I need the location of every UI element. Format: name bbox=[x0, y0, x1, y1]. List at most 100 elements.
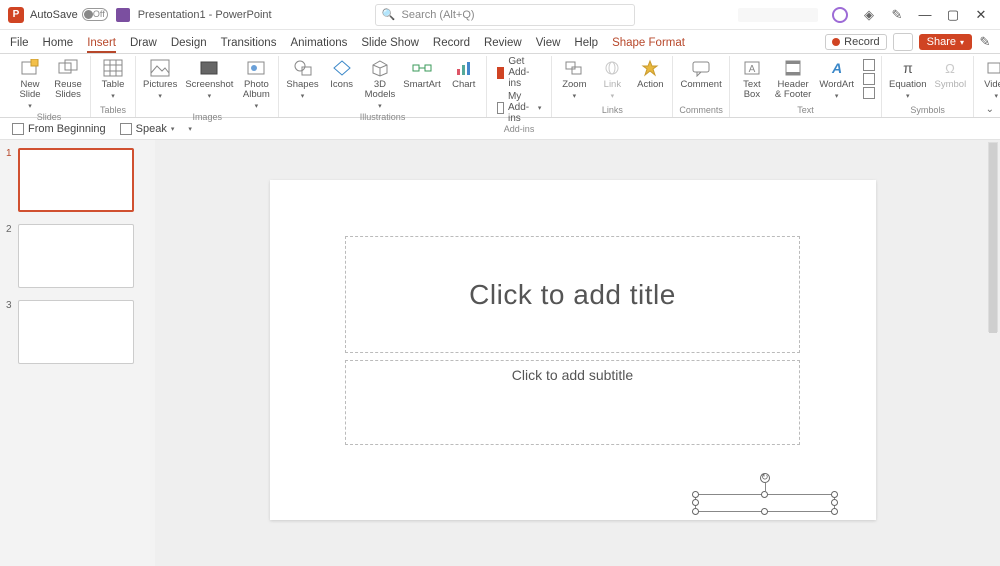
equation-button[interactable]: π Equation▾ bbox=[888, 56, 928, 102]
get-addins-button[interactable]: Get Add-ins bbox=[497, 56, 542, 89]
speak-icon bbox=[120, 123, 132, 135]
rotate-handle[interactable] bbox=[760, 473, 770, 483]
autosave-toggle[interactable]: AutoSave Off bbox=[30, 8, 108, 21]
resize-handle[interactable] bbox=[831, 491, 838, 498]
tab-home[interactable]: Home bbox=[43, 37, 74, 53]
reuse-slides-icon bbox=[57, 58, 79, 78]
document-title[interactable]: Presentation1 - PowerPoint bbox=[138, 9, 272, 21]
textbox-icon: A bbox=[741, 58, 763, 78]
tab-animations[interactable]: Animations bbox=[290, 37, 347, 53]
thumbnail-2[interactable]: 2 bbox=[6, 224, 147, 288]
tab-slideshow[interactable]: Slide Show bbox=[361, 37, 419, 53]
pictures-button[interactable]: Pictures▾ bbox=[142, 56, 178, 112]
thumbnail-3[interactable]: 3 bbox=[6, 300, 147, 364]
tab-design[interactable]: Design bbox=[171, 37, 207, 53]
action-button[interactable]: Action bbox=[634, 56, 666, 102]
icons-button[interactable]: Icons bbox=[326, 56, 358, 112]
group-label-text: Text bbox=[797, 105, 814, 117]
collapse-ribbon-button[interactable]: ⌄ bbox=[986, 104, 994, 115]
toggle-icon[interactable]: Off bbox=[82, 8, 108, 21]
symbol-button[interactable]: Ω Symbol bbox=[934, 56, 968, 102]
account-name[interactable] bbox=[738, 8, 818, 22]
tab-review[interactable]: Review bbox=[484, 37, 522, 53]
minimize-button[interactable]: — bbox=[918, 7, 932, 22]
selected-textbox-shape[interactable] bbox=[695, 494, 835, 512]
group-symbols: π Equation▾ Ω Symbol Symbols bbox=[882, 56, 974, 117]
subtitle-placeholder[interactable]: Click to add subtitle bbox=[345, 360, 800, 445]
new-slide-button[interactable]: New Slide▾ bbox=[14, 56, 46, 112]
record-button[interactable]: Record bbox=[825, 34, 886, 50]
save-icon[interactable] bbox=[116, 8, 130, 22]
slide[interactable]: Click to add title Click to add subtitle bbox=[270, 180, 876, 520]
text-box-button[interactable]: A Text Box bbox=[736, 56, 768, 102]
addins-icon bbox=[497, 102, 504, 114]
tab-view[interactable]: View bbox=[536, 37, 561, 53]
my-addins-button[interactable]: My Add-ins ▾ bbox=[497, 91, 542, 124]
wordart-button[interactable]: A WordArt▾ bbox=[818, 56, 855, 102]
photo-album-button[interactable]: Photo Album▾ bbox=[240, 56, 272, 112]
chart-button[interactable]: Chart bbox=[448, 56, 480, 112]
autosave-label: AutoSave bbox=[30, 9, 78, 21]
diamond-icon[interactable]: ◈ bbox=[862, 8, 876, 22]
pen-icon[interactable]: ✎ bbox=[890, 8, 904, 22]
resize-handle[interactable] bbox=[831, 499, 838, 506]
video-button[interactable]: Video▾ bbox=[980, 56, 1000, 102]
action-icon bbox=[639, 58, 661, 78]
slide-thumbnails-pane[interactable]: 1 2 3 bbox=[0, 140, 155, 566]
subtitle-placeholder-text: Click to add subtitle bbox=[512, 367, 633, 383]
slide-number-icon[interactable] bbox=[863, 73, 875, 85]
zoom-icon bbox=[563, 58, 585, 78]
avatar[interactable] bbox=[832, 7, 848, 23]
wordart-icon: A bbox=[826, 58, 848, 78]
comment-button[interactable]: Comment bbox=[680, 56, 723, 92]
tab-shape-format[interactable]: Shape Format bbox=[612, 37, 685, 53]
shapes-button[interactable]: Shapes▾ bbox=[285, 56, 319, 112]
share-button[interactable]: Share▾ bbox=[919, 34, 972, 50]
tab-record[interactable]: Record bbox=[433, 37, 470, 53]
link-button[interactable]: Link▾ bbox=[596, 56, 628, 102]
present-mode-button[interactable] bbox=[893, 33, 913, 51]
comments-pane-icon[interactable]: ✎ bbox=[978, 35, 992, 49]
zoom-button[interactable]: Zoom▾ bbox=[558, 56, 590, 102]
resize-handle[interactable] bbox=[692, 499, 699, 506]
tab-file[interactable]: File bbox=[10, 37, 29, 53]
tab-transitions[interactable]: Transitions bbox=[221, 37, 277, 53]
titlebar-right: ◈ ✎ — ▢ ✕ bbox=[738, 7, 992, 23]
tab-draw[interactable]: Draw bbox=[130, 37, 157, 53]
screenshot-button[interactable]: Screenshot▾ bbox=[184, 56, 234, 112]
title-placeholder[interactable]: Click to add title bbox=[345, 236, 800, 353]
group-images: Pictures▾ Screenshot▾ Photo Album▾ Image… bbox=[136, 56, 279, 117]
header-footer-button[interactable]: Header & Footer bbox=[774, 56, 812, 102]
date-time-icon[interactable] bbox=[863, 59, 875, 71]
resize-handle[interactable] bbox=[761, 508, 768, 515]
customize-qat-button[interactable]: ▾ bbox=[188, 125, 192, 133]
scrollbar-thumb[interactable] bbox=[989, 143, 997, 333]
resize-handle[interactable] bbox=[831, 508, 838, 515]
tab-help[interactable]: Help bbox=[574, 37, 598, 53]
close-button[interactable]: ✕ bbox=[974, 7, 988, 23]
reuse-slides-button[interactable]: Reuse Slides bbox=[52, 56, 84, 112]
play-icon bbox=[12, 123, 24, 135]
search-input[interactable]: 🔍 Search (Alt+Q) bbox=[375, 4, 635, 26]
cube-icon bbox=[369, 58, 391, 78]
speak-button[interactable]: Speak ▾ bbox=[120, 123, 175, 135]
vertical-scrollbar[interactable] bbox=[988, 142, 998, 332]
group-label-links: Links bbox=[602, 105, 623, 117]
smartart-icon bbox=[411, 58, 433, 78]
from-beginning-button[interactable]: From Beginning bbox=[12, 123, 106, 135]
resize-handle[interactable] bbox=[692, 491, 699, 498]
models-3d-button[interactable]: 3D Models▾ bbox=[364, 56, 397, 112]
object-icon[interactable] bbox=[863, 87, 875, 99]
slide-canvas-area[interactable]: Click to add title Click to add subtitle bbox=[155, 140, 1000, 566]
group-slides: New Slide▾ Reuse Slides Slides bbox=[8, 56, 91, 117]
smartart-button[interactable]: SmartArt bbox=[402, 56, 441, 112]
maximize-button[interactable]: ▢ bbox=[946, 7, 960, 23]
resize-handle[interactable] bbox=[761, 491, 768, 498]
resize-handle[interactable] bbox=[692, 508, 699, 515]
thumbnail-1[interactable]: 1 bbox=[6, 148, 147, 212]
tab-insert[interactable]: Insert bbox=[87, 37, 116, 53]
icons-icon bbox=[331, 58, 353, 78]
header-footer-icon bbox=[782, 58, 804, 78]
comment-icon bbox=[690, 58, 712, 78]
table-button[interactable]: Table▾ bbox=[97, 56, 129, 102]
